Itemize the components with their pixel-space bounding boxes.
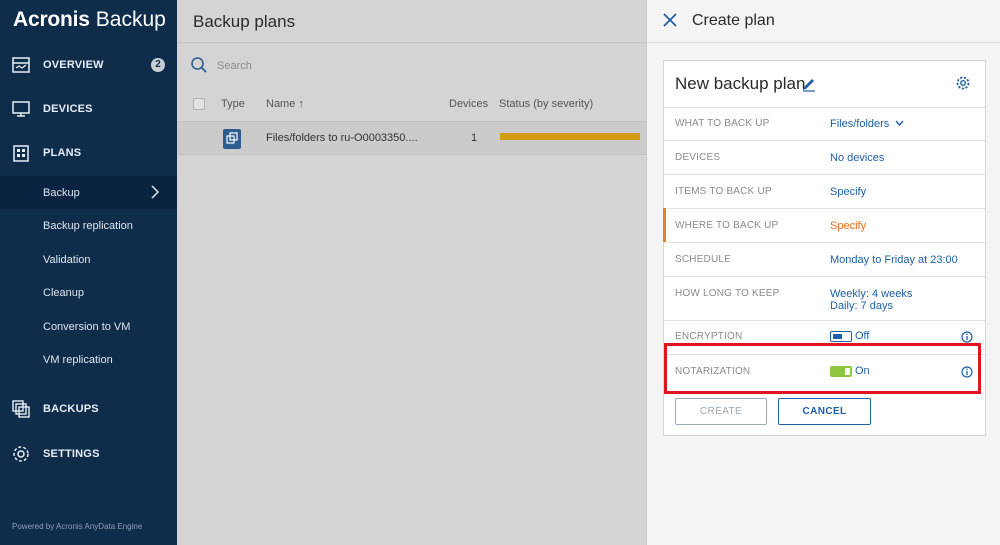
panel-divider	[647, 42, 1000, 43]
sidebar-item-label: OVERVIEW	[43, 59, 104, 71]
row-label: WHERE TO BACK UP	[675, 220, 779, 231]
sidebar-subitem-vm-replication[interactable]: VM replication	[0, 343, 177, 376]
create-button[interactable]: CREATE	[675, 398, 767, 425]
overview-icon	[12, 57, 30, 73]
pencil-icon[interactable]	[801, 76, 817, 92]
column-header-type[interactable]: Type	[221, 98, 245, 110]
encryption-state: Off	[855, 330, 870, 342]
plans-icon	[13, 145, 29, 162]
devices-value[interactable]: No devices	[830, 152, 884, 164]
search-input[interactable]	[217, 57, 417, 75]
sidebar-subitem-conversion-to-vm[interactable]: Conversion to VM	[0, 310, 177, 343]
sidebar-subitem-label: Conversion to VM	[43, 320, 131, 333]
sidebar-subitem-cleanup[interactable]: Cleanup	[0, 276, 177, 309]
chevron-right-icon	[151, 185, 160, 199]
info-icon[interactable]	[961, 366, 973, 378]
row-where-to-back-up[interactable]: WHERE TO BACK UP Specify	[663, 208, 985, 242]
notarization-toggle[interactable]	[830, 366, 852, 377]
main-header: Backup plans	[177, 0, 646, 43]
sidebar-item-overview[interactable]: OVERVIEW 2	[0, 43, 177, 87]
retention-weekly-value[interactable]: Weekly: 4 weeks	[830, 288, 912, 300]
sidebar-item-settings[interactable]: SETTINGS	[0, 432, 177, 476]
devices-icon	[12, 101, 30, 117]
gear-icon[interactable]	[955, 75, 971, 91]
column-header-name[interactable]: Name ↑	[266, 98, 304, 110]
overview-badge: 2	[151, 58, 165, 72]
select-all-checkbox[interactable]	[193, 98, 205, 110]
row-items-to-back-up[interactable]: ITEMS TO BACK UP Specify	[664, 174, 985, 208]
sidebar-item-label: BACKUPS	[43, 403, 99, 415]
devices-count-cell: 1	[471, 132, 478, 144]
row-label: WHAT TO BACK UP	[675, 118, 770, 129]
plan-name: New backup plan	[675, 74, 806, 93]
sidebar-item-devices[interactable]: DEVICES	[0, 87, 177, 131]
sidebar-item-label: PLANS	[43, 147, 82, 159]
logo-product: Backup	[95, 8, 166, 31]
sidebar: Acronis Backup OVERVIEW 2 DEVICES PLANS …	[0, 0, 177, 545]
sidebar-item-plans[interactable]: PLANS	[0, 131, 177, 175]
search-icon[interactable]	[190, 56, 208, 74]
row-schedule[interactable]: SCHEDULE Monday to Friday at 23:00	[664, 242, 985, 276]
backups-icon	[12, 400, 30, 418]
column-header-status[interactable]: Status (by severity)	[499, 98, 593, 110]
sidebar-item-label: SETTINGS	[43, 448, 100, 460]
row-label: ENCRYPTION	[675, 331, 743, 342]
row-label: ITEMS TO BACK UP	[675, 186, 772, 197]
sidebar-subitem-label: Validation	[43, 253, 91, 266]
row-label: SCHEDULE	[675, 254, 732, 265]
cancel-button[interactable]: CANCEL	[778, 398, 871, 425]
sidebar-subitem-label: Cleanup	[43, 286, 84, 299]
main-content: Backup plans Type Name ↑ Devices Status …	[177, 0, 646, 545]
settings-icon	[13, 446, 29, 462]
items-to-back-up-value[interactable]: Specify	[830, 186, 866, 198]
sidebar-subitem-label: VM replication	[43, 353, 113, 366]
sidebar-subitem-label: Backup	[43, 186, 80, 199]
where-to-back-up-value[interactable]: Specify	[830, 220, 866, 232]
row-devices[interactable]: DEVICES No devices	[664, 140, 985, 174]
row-how-long-to-keep[interactable]: HOW LONG TO KEEP Weekly: 4 weeks Daily: …	[664, 276, 985, 320]
page-title: Backup plans	[193, 12, 296, 31]
row-what-to-back-up[interactable]: WHAT TO BACK UP Files/folders	[664, 107, 985, 140]
create-plan-panel: Create plan New backup plan WHAT TO BACK…	[646, 0, 1000, 545]
row-label: HOW LONG TO KEEP	[675, 288, 780, 299]
row-notarization: NOTARIZATION On	[664, 354, 985, 389]
powered-by-footer: Powered by Acronis AnyData Engine	[12, 522, 143, 531]
status-bar	[500, 133, 640, 140]
logo-brand: Acronis	[13, 8, 90, 31]
row-label: NOTARIZATION	[675, 366, 751, 377]
panel-title: Create plan	[692, 12, 775, 29]
sidebar-item-backups[interactable]: BACKUPS	[0, 387, 177, 431]
column-header-devices[interactable]: Devices	[449, 98, 488, 110]
sidebar-subitem-label: Backup replication	[43, 219, 133, 232]
close-icon[interactable]	[662, 12, 678, 28]
table-row[interactable]: Files/folders to ru-O0003350.... 1	[177, 121, 646, 155]
row-label: DEVICES	[675, 152, 721, 163]
files-folders-icon	[223, 129, 241, 149]
retention-daily-value[interactable]: Daily: 7 days	[830, 300, 893, 312]
encryption-toggle[interactable]	[830, 331, 852, 342]
row-value: Files/folders	[830, 118, 890, 130]
plan-name-cell: Files/folders to ru-O0003350....	[266, 132, 418, 144]
what-to-back-up-value[interactable]: Files/folders	[830, 118, 904, 130]
schedule-value[interactable]: Monday to Friday at 23:00	[830, 254, 958, 266]
notarization-state: On	[855, 365, 870, 377]
sidebar-subitem-backup[interactable]: Backup	[0, 176, 177, 209]
app-logo: Acronis Backup	[13, 8, 166, 34]
sidebar-subitem-backup-replication[interactable]: Backup replication	[0, 209, 177, 242]
info-icon[interactable]	[961, 331, 973, 343]
chevron-down-icon	[895, 120, 904, 127]
row-encryption: ENCRYPTION Off	[664, 320, 985, 354]
sidebar-subitem-validation[interactable]: Validation	[0, 243, 177, 276]
plan-card: New backup plan WHAT TO BACK UP Files/fo…	[663, 60, 986, 436]
sidebar-item-label: DEVICES	[43, 103, 93, 115]
